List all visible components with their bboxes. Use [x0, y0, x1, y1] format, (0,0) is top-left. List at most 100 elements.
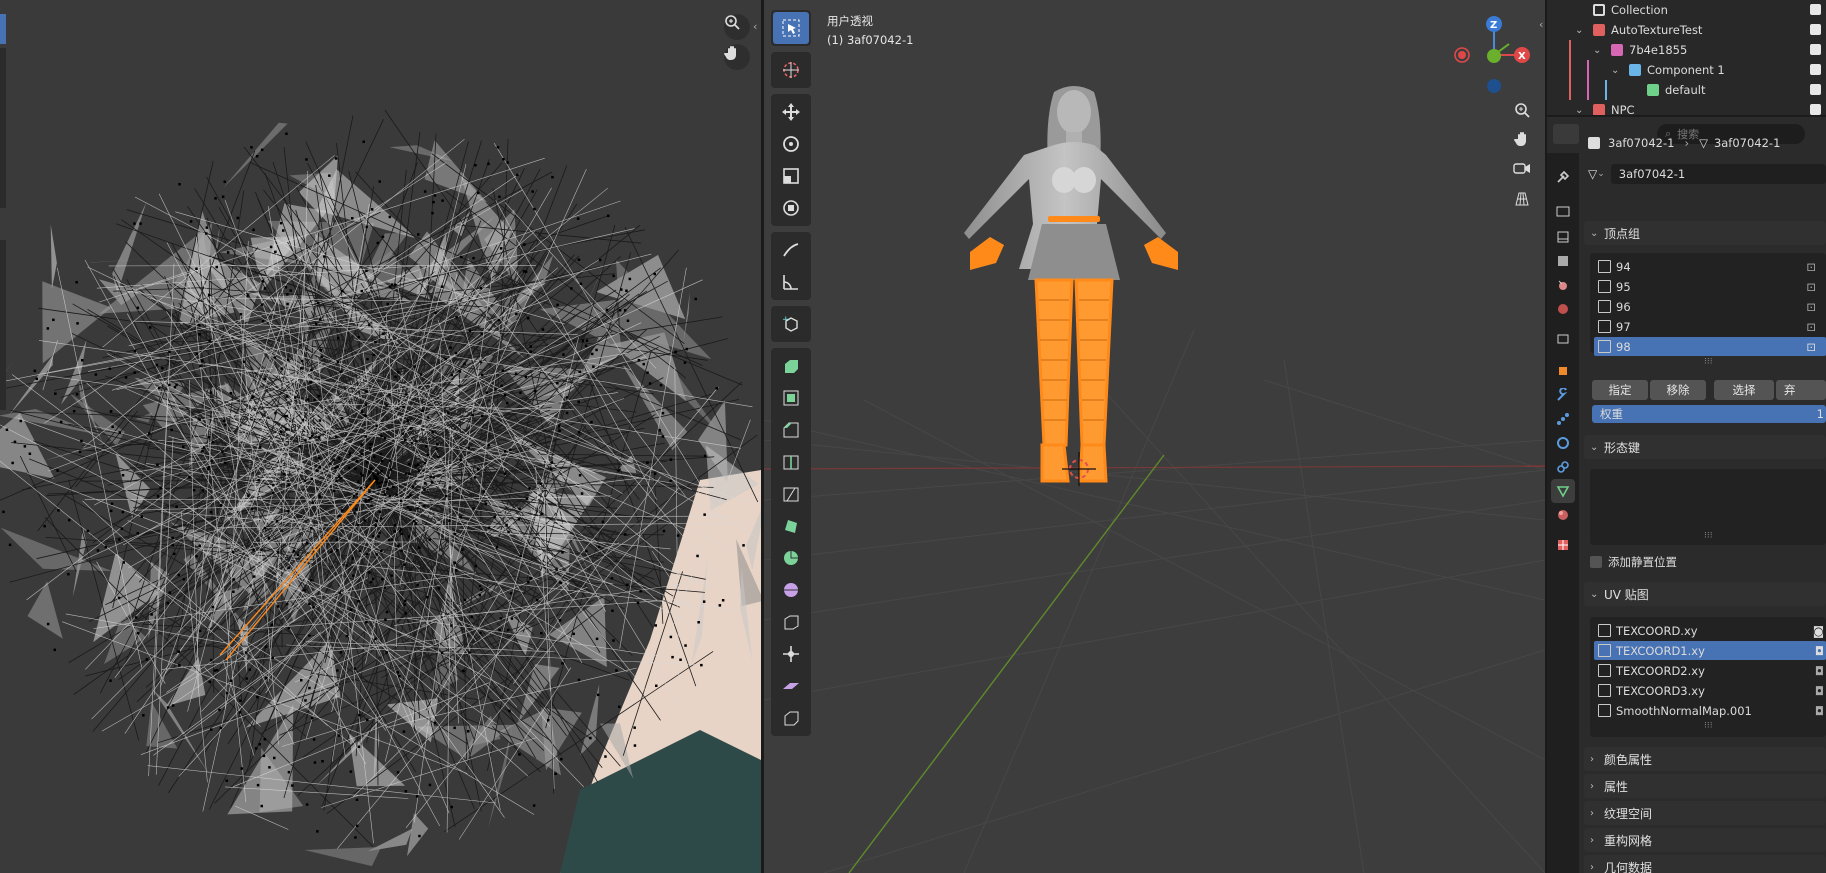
panel-texture-space-header[interactable]: › 纹理空间: [1584, 801, 1826, 825]
outliner-item-collection[interactable]: Collection: [1547, 0, 1826, 20]
modifier-wrench-icon[interactable]: [1551, 383, 1575, 407]
uv-sidebar-tab-active[interactable]: [0, 14, 6, 44]
uv-sidebar-tab[interactable]: [0, 240, 6, 410]
view-layer-tab-icon[interactable]: [1551, 249, 1575, 273]
outliner-item-npc[interactable]: ⌄ NPC: [1547, 100, 1826, 116]
bevel-icon[interactable]: [773, 414, 809, 446]
output-tab-icon[interactable]: [1551, 225, 1575, 249]
list-item[interactable]: 97 ⊡: [1594, 317, 1826, 336]
zoom-icon[interactable]: [724, 14, 750, 40]
mesh-name-field[interactable]: 3af07042-1: [1610, 164, 1826, 184]
assign-button[interactable]: 指定: [1592, 380, 1648, 400]
edge-slide-icon[interactable]: [773, 606, 809, 638]
vertex-group-list[interactable]: 94 ⊡ 95 ⊡ 96 ⊡ 97 ⊡ 98 ⊡: [1590, 253, 1826, 356]
panel-color-attributes-header[interactable]: › 颜色属性: [1584, 747, 1826, 771]
rip-region-icon[interactable]: [773, 702, 809, 734]
collapse-arrow-icon[interactable]: ‹: [753, 20, 757, 33]
spin-icon[interactable]: [773, 542, 809, 574]
select-box-icon[interactable]: [773, 12, 809, 44]
mesh-datablock-selector[interactable]: ▽ ⌄ 3af07042-1: [1584, 163, 1826, 185]
list-resize-handle[interactable]: ⁝⁝⁝: [1704, 721, 1713, 731]
list-item[interactable]: 96 ⊡: [1594, 297, 1826, 316]
scale-icon[interactable]: [773, 160, 809, 192]
world-tab-icon[interactable]: [1551, 297, 1575, 321]
list-resize-handle[interactable]: ⁝⁝⁝: [1704, 357, 1713, 367]
deselect-button[interactable]: 弃: [1776, 380, 1826, 400]
panel-attributes-header[interactable]: › 属性: [1584, 774, 1826, 798]
rotate-icon[interactable]: [773, 128, 809, 160]
list-item[interactable]: TEXCOORD2.xy ◘: [1594, 661, 1826, 680]
panel-shape-keys-header[interactable]: ⌄ 形态键: [1584, 435, 1826, 459]
list-item[interactable]: 94 ⊡: [1594, 257, 1826, 276]
list-item-selected[interactable]: TEXCOORD1.xy ◘: [1594, 641, 1826, 660]
add-cube-icon[interactable]: +: [773, 308, 809, 340]
viewport-scene[interactable]: [764, 0, 1545, 873]
list-item[interactable]: 95 ⊡: [1594, 277, 1826, 296]
checkbox[interactable]: [1810, 24, 1821, 35]
outliner-item-autotexturetest[interactable]: ⌄ AutoTextureTest: [1547, 20, 1826, 40]
mesh-data-tab-icon[interactable]: [1551, 479, 1575, 503]
move-icon[interactable]: [773, 96, 809, 128]
measure-icon[interactable]: [773, 266, 809, 298]
checkbox[interactable]: [1810, 104, 1821, 115]
shrink-fatten-icon[interactable]: [773, 638, 809, 670]
loop-cut-icon[interactable]: [773, 446, 809, 478]
render-tab-icon[interactable]: [1551, 199, 1575, 223]
outliner-item-default[interactable]: default: [1547, 80, 1826, 100]
checkbox[interactable]: [1810, 64, 1821, 75]
knife-icon[interactable]: [773, 478, 809, 510]
checkbox[interactable]: [1810, 4, 1821, 15]
physics-tab-icon[interactable]: [1551, 431, 1575, 455]
scene-tab-icon[interactable]: [1551, 273, 1575, 297]
chevron-down-icon[interactable]: ⌄: [1575, 105, 1583, 116]
particles-tab-icon[interactable]: [1551, 407, 1575, 431]
weight-slider[interactable]: 权重 1: [1592, 405, 1826, 423]
annotate-icon[interactable]: [773, 234, 809, 266]
collection-tab-icon[interactable]: [1551, 327, 1575, 351]
extrude-icon[interactable]: [773, 350, 809, 382]
inset-icon[interactable]: [773, 382, 809, 414]
editor-type-icon[interactable]: [1553, 124, 1579, 144]
tool-tab-icon[interactable]: [1551, 165, 1575, 189]
navigation-gizmo[interactable]: Z X: [1444, 10, 1544, 100]
list-resize-handle[interactable]: ⁝⁝⁝: [1704, 531, 1713, 541]
list-item[interactable]: TEXCOORD.xy ◙: [1594, 621, 1826, 640]
outliner-item-component-1[interactable]: ⌄ Component 1: [1547, 60, 1826, 80]
remove-button[interactable]: 移除: [1650, 380, 1706, 400]
relative-checkbox[interactable]: 添加静置位置: [1590, 554, 1677, 570]
checkbox[interactable]: [1810, 84, 1821, 95]
constraints-tab-icon[interactable]: [1551, 455, 1575, 479]
list-item[interactable]: SmoothNormalMap.001 ◘: [1594, 701, 1826, 720]
zoom-icon[interactable]: [1508, 96, 1536, 124]
chevron-down-icon[interactable]: ⌄: [1611, 65, 1619, 76]
poly-build-icon[interactable]: [773, 510, 809, 542]
panel-vertex-groups-header[interactable]: ⌄ 顶点组: [1584, 221, 1826, 245]
smooth-icon[interactable]: [773, 574, 809, 606]
object-tab-icon[interactable]: [1551, 359, 1575, 383]
material-tab-icon[interactable]: [1551, 503, 1575, 527]
uv-editor-area[interactable]: ‹: [0, 0, 761, 873]
checkbox[interactable]: [1810, 44, 1821, 55]
character-model[interactable]: [964, 86, 1178, 483]
texture-tab-icon[interactable]: [1551, 533, 1575, 557]
hand-pan-icon[interactable]: [1508, 124, 1536, 152]
transform-icon[interactable]: [773, 192, 809, 224]
list-item[interactable]: TEXCOORD3.xy ◘: [1594, 681, 1826, 700]
grid-toggle-icon[interactable]: [1508, 185, 1536, 213]
panel-geometry-data-header[interactable]: › 几何数据: [1584, 855, 1826, 873]
camera-view-icon[interactable]: [1508, 154, 1536, 182]
3d-viewport[interactable]: 用户透视 (1) 3af07042-1 + Z X ‹: [764, 0, 1545, 873]
chevron-down-icon[interactable]: ⌄: [1575, 25, 1583, 36]
collapse-arrow-icon[interactable]: ‹: [1539, 18, 1543, 31]
select-button[interactable]: 选择: [1714, 380, 1774, 400]
outliner-item-7b4e1855[interactable]: ⌄ 7b4e1855: [1547, 40, 1826, 60]
uv-mesh-canvas[interactable]: [0, 0, 761, 873]
panel-remesh-header[interactable]: › 重构网格: [1584, 828, 1826, 852]
panel-uv-maps-header[interactable]: ⌄ UV 贴图: [1584, 582, 1826, 606]
hand-pan-icon[interactable]: [724, 44, 750, 70]
cursor-tool-icon[interactable]: [773, 54, 809, 86]
uv-map-list[interactable]: TEXCOORD.xy ◙ TEXCOORD1.xy ◘ TEXCOORD2.xy ◘…: [1590, 617, 1826, 737]
chevron-down-icon[interactable]: ⌄: [1593, 45, 1601, 56]
shear-icon[interactable]: [773, 670, 809, 702]
list-item-selected[interactable]: 98 ⊡: [1594, 337, 1826, 356]
